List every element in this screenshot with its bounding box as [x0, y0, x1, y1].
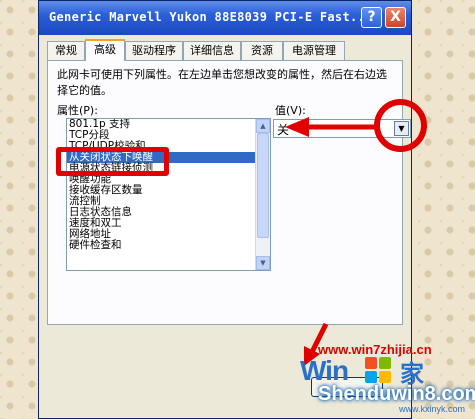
help-button[interactable]: ? [361, 7, 382, 28]
tab-details[interactable]: 详细信息 [183, 41, 241, 60]
property-list: 801.1p 支持 TCP分段 TCP/UDP校验和 从关闭状态下唤醒 电源状态… [67, 119, 257, 251]
tab-resources[interactable]: 资源 [241, 41, 283, 60]
scroll-up-icon[interactable]: ▲ [256, 119, 270, 133]
panel-description: 此网卡可使用下列属性。在左边单击您想改变的属性，然后在右边选择它的值。 [57, 68, 387, 97]
scroll-down-icon[interactable]: ▼ [256, 256, 270, 270]
listbox-scrollbar[interactable]: ▲ ▼ [255, 119, 270, 270]
watermark-brand: Shenduwin8.com [318, 383, 475, 405]
tab-power-management[interactable]: 电源管理 [283, 41, 345, 60]
property-listbox[interactable]: 801.1p 支持 TCP分段 TCP/UDP校验和 从关闭状态下唤醒 电源状态… [66, 118, 271, 271]
list-item[interactable]: 硬件检查和 [67, 240, 257, 251]
watermark-domain: www.kxinyk.com [399, 404, 466, 414]
tab-general[interactable]: 常规 [47, 41, 85, 60]
annotation-highlight-box [56, 147, 169, 176]
annotation-circle [374, 99, 427, 152]
tab-advanced[interactable]: 高级 [85, 39, 125, 61]
window-title: Generic Marvell Yukon 88E8039 PCI-E Fast… [49, 10, 373, 24]
scroll-thumb[interactable] [257, 133, 269, 238]
property-label: 属性(P): [57, 104, 98, 117]
title-bar[interactable]: Generic Marvell Yukon 88E8039 PCI-E Fast… [39, 1, 411, 35]
tab-driver[interactable]: 驱动程序 [125, 41, 183, 60]
windows-logo-icon [365, 357, 393, 385]
annotation-arrow-icon [285, 117, 377, 137]
close-button[interactable]: X [385, 7, 406, 28]
